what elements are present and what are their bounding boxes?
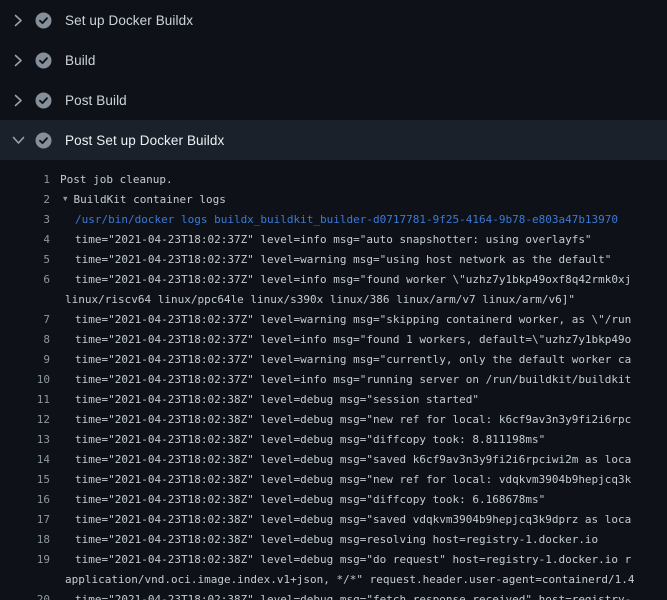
step-row-post-set-up-docker-buildx[interactable]: Post Set up Docker Buildx (0, 120, 667, 160)
line-number[interactable]: 16 (0, 490, 50, 510)
check-circle-icon (35, 52, 52, 69)
log-row: 5 time="2021-04-23T18:02:37Z" level=warni… (0, 250, 667, 270)
log-text: time="2021-04-23T18:02:38Z" level=debug … (75, 490, 545, 510)
log-text: time="2021-04-23T18:02:38Z" level=debug … (75, 530, 598, 550)
check-circle-icon (35, 12, 52, 29)
log-group-title[interactable]: BuildKit container logs (74, 190, 226, 210)
log-text: time="2021-04-23T18:02:38Z" level=debug … (75, 410, 631, 430)
line-number (0, 570, 50, 590)
check-circle-icon (35, 92, 52, 109)
log-text: time="2021-04-23T18:02:37Z" level=info m… (75, 270, 631, 290)
log-text: time="2021-04-23T18:02:37Z" level=warnin… (75, 350, 631, 370)
line-number (0, 290, 50, 310)
log-text: time="2021-04-23T18:02:37Z" level=warnin… (75, 310, 631, 330)
log-text: Post job cleanup. (60, 170, 173, 190)
line-number[interactable]: 10 (0, 370, 50, 390)
step-label: Build (65, 53, 96, 68)
line-number[interactable]: 8 (0, 330, 50, 350)
line-number[interactable]: 7 (0, 310, 50, 330)
step-row-post-build[interactable]: Post Build (0, 80, 667, 120)
log-row: 14 time="2021-04-23T18:02:38Z" level=debu… (0, 450, 667, 470)
line-number[interactable]: 15 (0, 470, 50, 490)
line-number[interactable]: 6 (0, 270, 50, 290)
log-row: 6 time="2021-04-23T18:02:37Z" level=info … (0, 270, 667, 290)
log-row: 12 time="2021-04-23T18:02:38Z" level=debu… (0, 410, 667, 430)
step-label: Set up Docker Buildx (65, 13, 193, 28)
line-number[interactable]: 13 (0, 430, 50, 450)
chevron-down-icon[interactable] (12, 134, 24, 146)
actions-log-viewer: Set up Docker Buildx Build Post Build Post … (0, 0, 667, 600)
step-row-build[interactable]: Build (0, 40, 667, 80)
log-panel: 1 Post job cleanup. 2 ▼ BuildKit container l… (0, 160, 667, 600)
log-text: time="2021-04-23T18:02:37Z" level=info m… (75, 370, 631, 390)
line-number[interactable]: 20 (0, 590, 50, 600)
line-number[interactable]: 4 (0, 230, 50, 250)
line-number[interactable]: 9 (0, 350, 50, 370)
log-row: 7 time="2021-04-23T18:02:37Z" level=warni… (0, 310, 667, 330)
chevron-right-icon[interactable] (12, 54, 24, 66)
log-text: application/vnd.oci.image.index.v1+json,… (65, 570, 635, 590)
log-text: time="2021-04-23T18:02:37Z" level=info m… (75, 230, 592, 250)
log-row: 11 time="2021-04-23T18:02:38Z" level=debu… (0, 390, 667, 410)
log-row: 8 time="2021-04-23T18:02:37Z" level=info … (0, 330, 667, 350)
log-text: time="2021-04-23T18:02:38Z" level=debug … (75, 450, 631, 470)
log-row: 19 time="2021-04-23T18:02:38Z" level=debu… (0, 550, 667, 570)
step-row-set-up-docker-buildx[interactable]: Set up Docker Buildx (0, 0, 667, 40)
line-number[interactable]: 11 (0, 390, 50, 410)
step-label: Post Build (65, 93, 127, 108)
chevron-right-icon[interactable] (12, 94, 24, 106)
log-text: time="2021-04-23T18:02:37Z" level=info m… (75, 330, 631, 350)
log-row: 18 time="2021-04-23T18:02:38Z" level=debu… (0, 530, 667, 550)
log-row: 13 time="2021-04-23T18:02:38Z" level=debu… (0, 430, 667, 450)
log-text: time="2021-04-23T18:02:38Z" level=debug … (75, 510, 631, 530)
log-row: 3/usr/bin/docker logs buildx_buildkit_bu… (0, 210, 667, 230)
log-row: 20 time="2021-04-23T18:02:38Z" level=debu… (0, 590, 667, 600)
triangle-down-icon[interactable]: ▼ (63, 190, 68, 209)
line-number[interactable]: 2 (0, 190, 50, 210)
log-text: linux/riscv64 linux/ppc64le linux/s390x … (65, 290, 575, 310)
log-text: time="2021-04-23T18:02:38Z" level=debug … (75, 590, 631, 600)
log-row: 1 Post job cleanup. (0, 170, 667, 190)
line-number[interactable]: 5 (0, 250, 50, 270)
log-row: 9 time="2021-04-23T18:02:37Z" level=warni… (0, 350, 667, 370)
log-text: time="2021-04-23T18:02:38Z" level=debug … (75, 430, 545, 450)
log-row: application/vnd.oci.image.index.v1+json,… (0, 570, 667, 590)
log-row: 17 time="2021-04-23T18:02:38Z" level=debu… (0, 510, 667, 530)
line-number[interactable]: 17 (0, 510, 50, 530)
line-number[interactable]: 3 (0, 210, 50, 230)
line-number[interactable]: 14 (0, 450, 50, 470)
log-text: time="2021-04-23T18:02:38Z" level=debug … (75, 470, 631, 490)
log-text: time="2021-04-23T18:02:38Z" level=debug … (75, 550, 631, 570)
log-row: 16 time="2021-04-23T18:02:38Z" level=debu… (0, 490, 667, 510)
chevron-right-icon[interactable] (12, 14, 24, 26)
log-row: 10 time="2021-04-23T18:02:37Z" level=info… (0, 370, 667, 390)
line-number[interactable]: 18 (0, 530, 50, 550)
log-row: linux/riscv64 linux/ppc64le linux/s390x … (0, 290, 667, 310)
log-command-text: /usr/bin/docker logs buildx_buildkit_bui… (75, 210, 618, 230)
steps-list: Set up Docker Buildx Build Post Build Post … (0, 0, 667, 160)
line-number[interactable]: 1 (0, 170, 50, 190)
log-row: 4 time="2021-04-23T18:02:37Z" level=info … (0, 230, 667, 250)
line-number[interactable]: 19 (0, 550, 50, 570)
check-circle-icon (35, 132, 52, 149)
log-row: 15 time="2021-04-23T18:02:38Z" level=debu… (0, 470, 667, 490)
step-label: Post Set up Docker Buildx (65, 133, 224, 148)
line-number[interactable]: 12 (0, 410, 50, 430)
log-text: time="2021-04-23T18:02:38Z" level=debug … (75, 390, 479, 410)
log-text: time="2021-04-23T18:02:37Z" level=warnin… (75, 250, 611, 270)
log-row: 2 ▼ BuildKit container logs (0, 190, 667, 210)
